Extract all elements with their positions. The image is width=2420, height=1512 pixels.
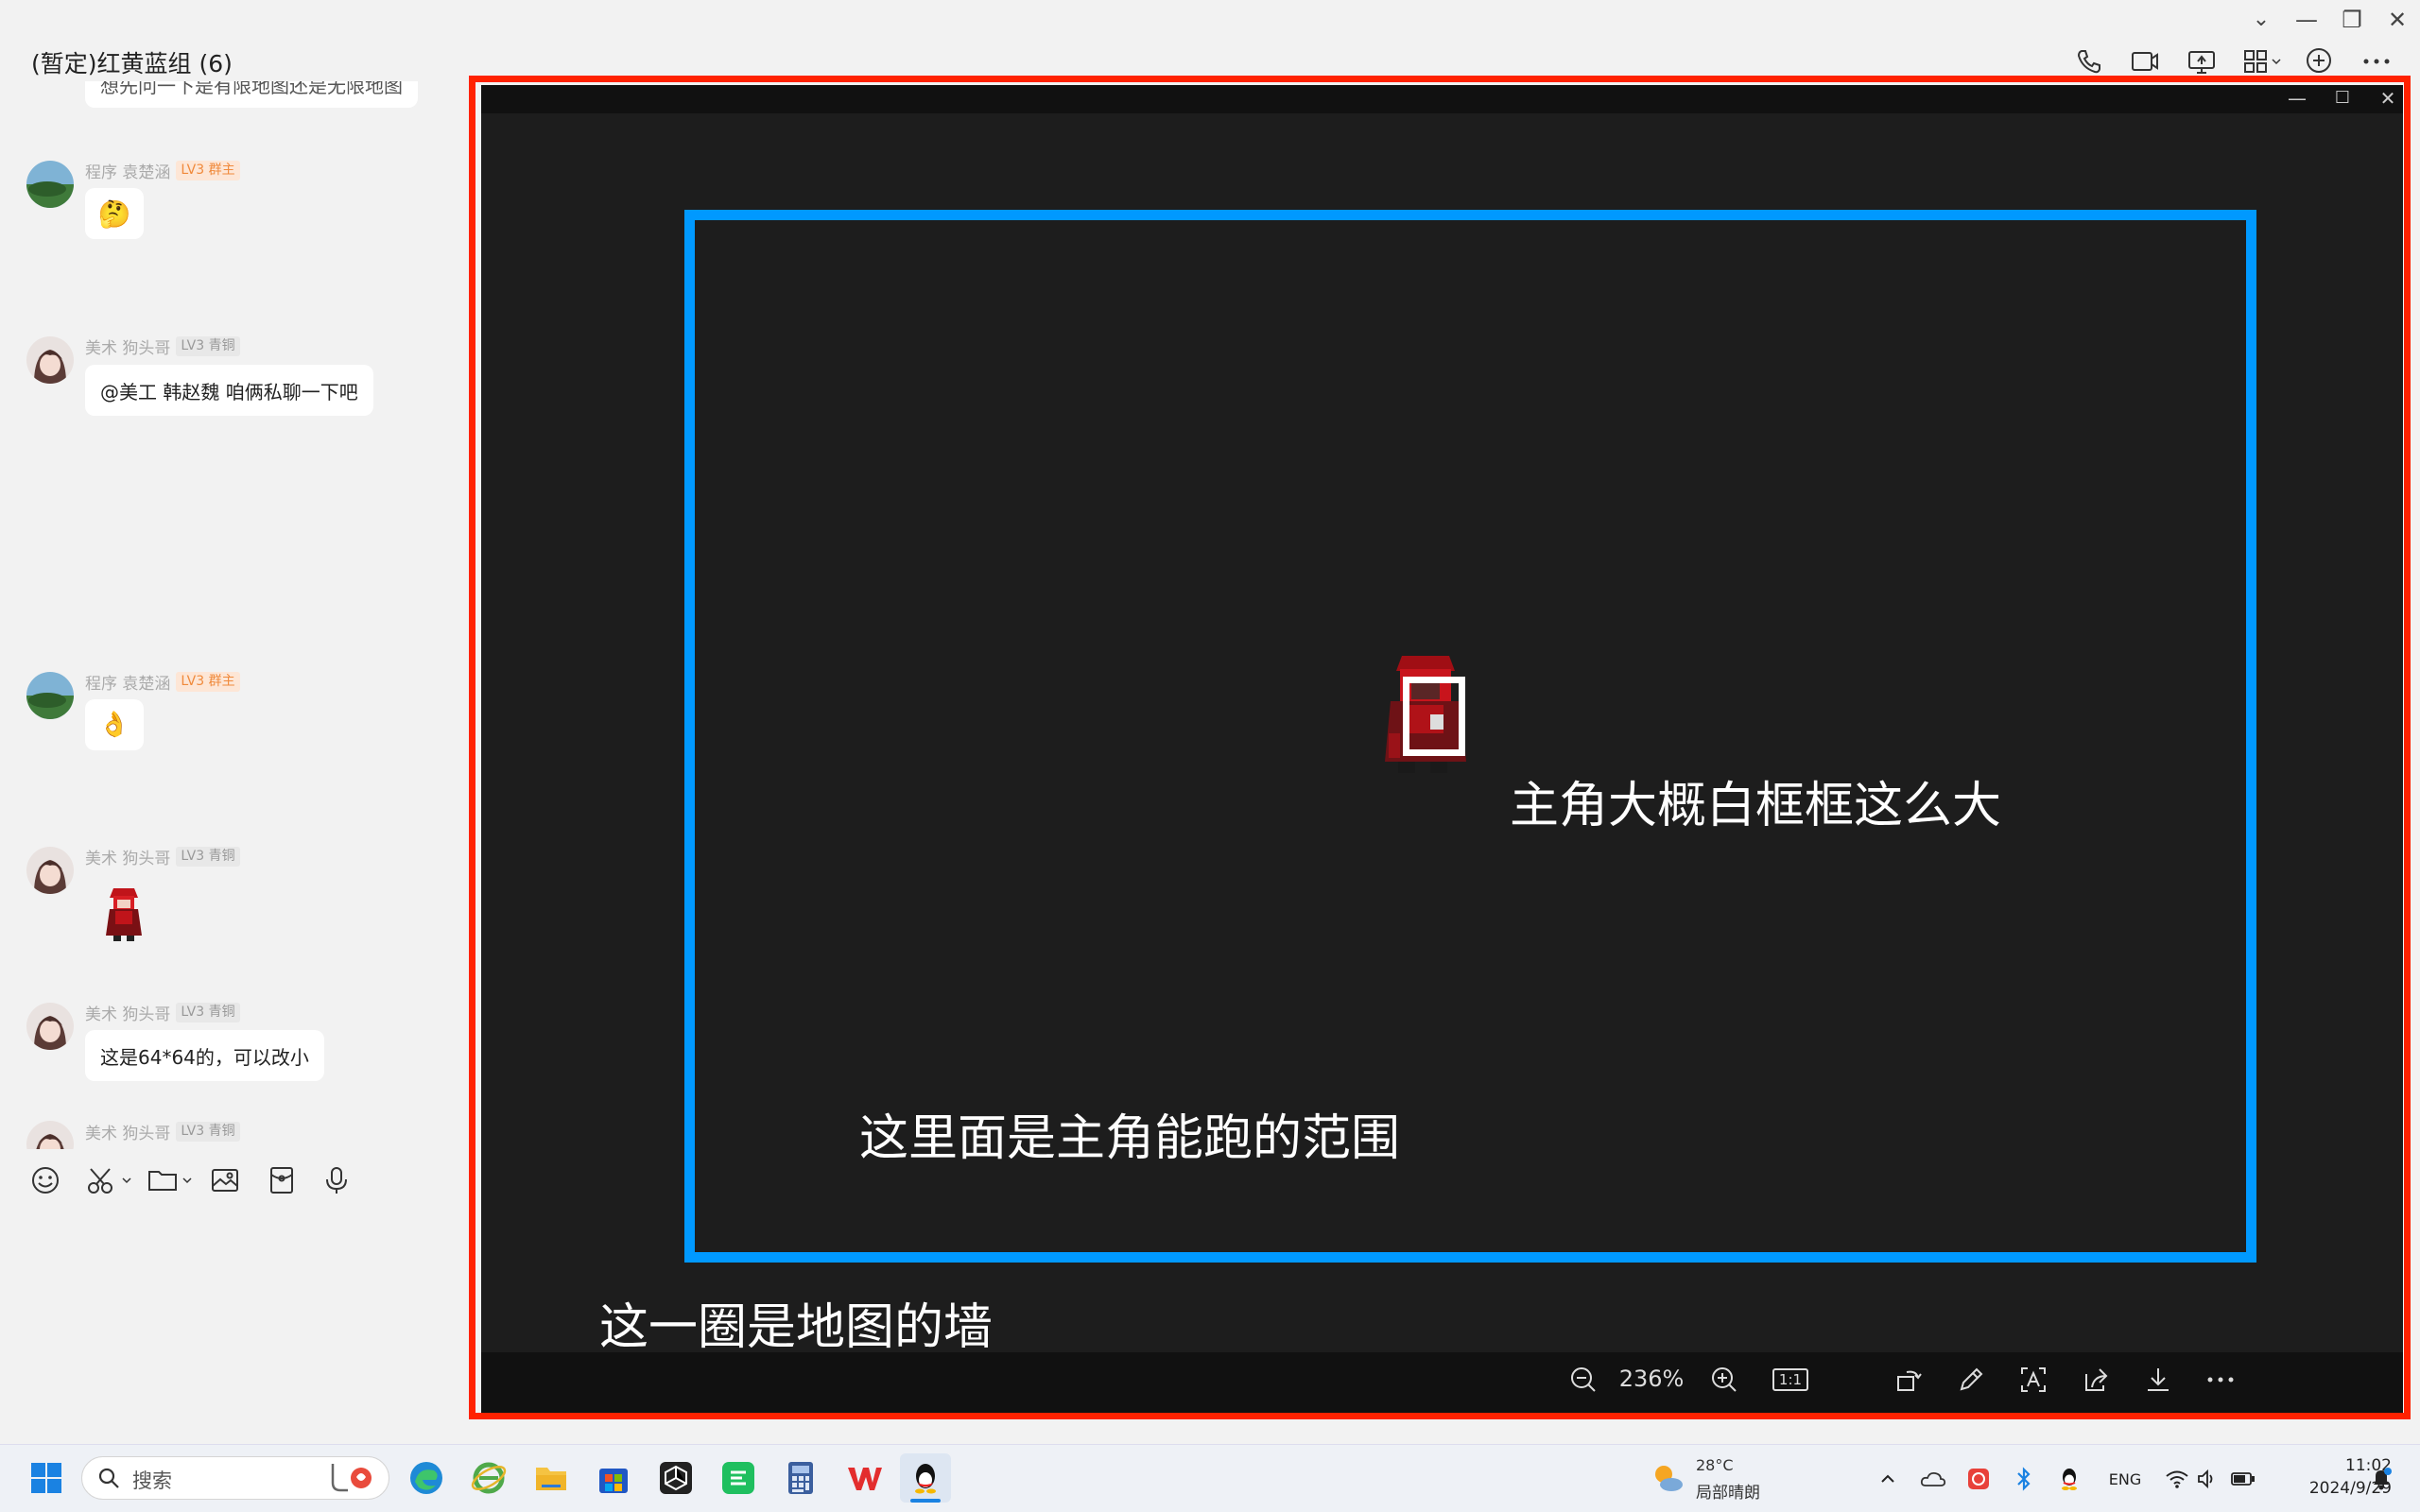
avatar[interactable] <box>26 336 74 384</box>
file-explorer-icon[interactable] <box>526 1453 577 1503</box>
qq-tray-icon[interactable] <box>2053 1463 2085 1495</box>
level-badge: LV3 青铜 <box>176 336 240 356</box>
sender-name: 美术 狗头哥 LV3 青铜 <box>85 1120 240 1143</box>
weather-icon[interactable] <box>1649 1459 1686 1497</box>
hero-size-box <box>1403 677 1465 756</box>
level-badge: LV3 青铜 <box>176 847 240 867</box>
red-packet-icon[interactable] <box>263 1164 301 1196</box>
zoom-in-icon[interactable] <box>1703 1359 1745 1400</box>
sender-label: 美术 狗头哥 <box>85 850 171 868</box>
viewer-title-bar[interactable]: — ☐ ✕ <box>481 85 2403 113</box>
level-badge: LV3 群主 <box>176 161 240 180</box>
security-app-icon[interactable] <box>1962 1463 1995 1495</box>
close-button[interactable]: ✕ <box>2377 6 2418 34</box>
chevron-up-icon[interactable] <box>1872 1463 1904 1495</box>
actual-size-button[interactable]: 1:1 <box>1765 1359 1816 1400</box>
annotation-map-wall: 这一圈是地图的墙 <box>599 1299 994 1356</box>
viewer-maximize-button[interactable]: ☐ <box>2324 85 2361 113</box>
restore-button[interactable]: ❐ <box>2331 6 2373 34</box>
sender-name: 美术 狗头哥 LV3 青铜 <box>85 1001 240 1024</box>
avatar[interactable] <box>26 672 74 719</box>
battery-icon[interactable] <box>2227 1463 2259 1495</box>
edit-icon[interactable] <box>1950 1359 1992 1400</box>
wechat-icon[interactable] <box>713 1453 764 1503</box>
search-highlight-icon <box>325 1460 386 1496</box>
sender-label: 程序 袁楚涵 <box>85 675 171 694</box>
sprite-image-thumbnail[interactable] <box>98 883 149 945</box>
edge-icon[interactable] <box>401 1453 452 1503</box>
chat-title: (暂定)红黄蓝组 (6) <box>31 50 233 77</box>
calculator-icon[interactable] <box>775 1453 826 1503</box>
sender-name: 美术 狗头哥 LV3 青铜 <box>85 845 240 868</box>
wps-icon[interactable] <box>838 1453 889 1503</box>
message-bubble[interactable]: 想先问一下是有限地图还是无限地图 <box>85 81 418 108</box>
weather-description[interactable]: 局部晴朗 <box>1696 1479 1760 1503</box>
sender-label: 美术 狗头哥 <box>85 1005 171 1024</box>
emoji-bubble[interactable]: 👌 <box>85 699 144 750</box>
image-viewer-window[interactable]: — ☐ ✕ 主角大概白框框这么大 这里面是主角能跑的范围 这一圈是地图的墙 23… <box>481 85 2403 1413</box>
qq-icon[interactable] <box>900 1453 951 1503</box>
sender-name: 程序 袁楚涵 LV3 群主 <box>85 159 240 182</box>
level-badge: LV3 群主 <box>176 672 240 692</box>
zoom-out-icon[interactable] <box>1563 1359 1604 1400</box>
actual-size-label: 1:1 <box>1772 1368 1809 1391</box>
folder-icon[interactable] <box>144 1164 200 1196</box>
level-badge: LV3 青铜 <box>176 1003 240 1022</box>
share-icon[interactable] <box>2075 1359 2117 1400</box>
level-badge: LV3 青铜 <box>176 1122 240 1142</box>
avatar[interactable] <box>26 1003 74 1050</box>
minimize-button[interactable]: — <box>2286 6 2327 34</box>
search-icon <box>96 1466 121 1490</box>
active-app-indicator <box>910 1499 941 1503</box>
search-placeholder: 搜索 <box>132 1469 172 1492</box>
unity-icon[interactable] <box>650 1453 701 1503</box>
emoji-icon[interactable] <box>26 1164 64 1196</box>
message-bubble[interactable]: 这是64*64的，可以改小 <box>85 1030 324 1081</box>
avatar[interactable] <box>26 1121 74 1149</box>
input-language[interactable]: ENG <box>2102 1463 2148 1495</box>
store-icon[interactable] <box>588 1453 639 1503</box>
chevron-down-icon[interactable]: ⌄ <box>2240 6 2282 34</box>
sender-name: 美术 狗头哥 LV3 青铜 <box>85 335 240 358</box>
phone-icon[interactable] <box>2070 43 2108 79</box>
message-input[interactable] <box>0 1219 468 1444</box>
image-icon[interactable] <box>206 1164 244 1196</box>
sender-label: 美术 狗头哥 <box>85 1125 171 1143</box>
wifi-icon[interactable] <box>2161 1463 2193 1495</box>
add-member-icon[interactable] <box>2300 43 2338 79</box>
rotate-icon[interactable] <box>1888 1359 1929 1400</box>
sender-label: 美术 狗头哥 <box>85 339 171 358</box>
video-call-icon[interactable] <box>2126 43 2164 79</box>
ocr-icon[interactable] <box>2013 1359 2054 1400</box>
message-bubble[interactable]: @美工 韩赵魏 咱俩私聊一下吧 <box>85 365 373 416</box>
sender-name: 程序 袁楚涵 LV3 群主 <box>85 670 240 694</box>
weather-temperature[interactable]: 28°C <box>1696 1456 1734 1474</box>
message-list[interactable]: 想先问一下是有限地图还是无限地图 程序 袁楚涵 LV3 群主 🤔 美术 狗头哥 … <box>0 81 468 1149</box>
screenshot-icon[interactable] <box>83 1164 140 1196</box>
viewer-minimize-button[interactable]: — <box>2278 85 2316 113</box>
volume-icon[interactable] <box>2191 1463 2223 1495</box>
voice-icon[interactable] <box>318 1164 355 1196</box>
avatar[interactable] <box>26 161 74 208</box>
download-icon[interactable] <box>2137 1359 2179 1400</box>
avatar[interactable] <box>26 847 74 894</box>
windows-start-icon[interactable] <box>21 1453 72 1503</box>
annotation-movable-range: 这里面是主角能跑的范围 <box>859 1110 1401 1167</box>
onedrive-icon[interactable] <box>1917 1463 1949 1495</box>
zoom-level: 236% <box>1618 1366 1685 1392</box>
notification-bell-icon[interactable] <box>2365 1463 2397 1495</box>
ie-icon[interactable] <box>463 1453 514 1503</box>
annotation-hero-size: 主角大概白框框这么大 <box>1510 778 2002 834</box>
emoji-bubble[interactable]: 🤔 <box>85 188 144 239</box>
bluetooth-icon[interactable] <box>2008 1463 2040 1495</box>
more-icon[interactable] <box>2358 43 2395 79</box>
more-icon[interactable] <box>2200 1359 2241 1400</box>
screen-share-icon[interactable] <box>2183 43 2221 79</box>
viewer-close-button[interactable]: ✕ <box>2369 85 2407 113</box>
sender-label: 程序 袁楚涵 <box>85 163 171 182</box>
apps-icon[interactable] <box>2239 43 2287 79</box>
